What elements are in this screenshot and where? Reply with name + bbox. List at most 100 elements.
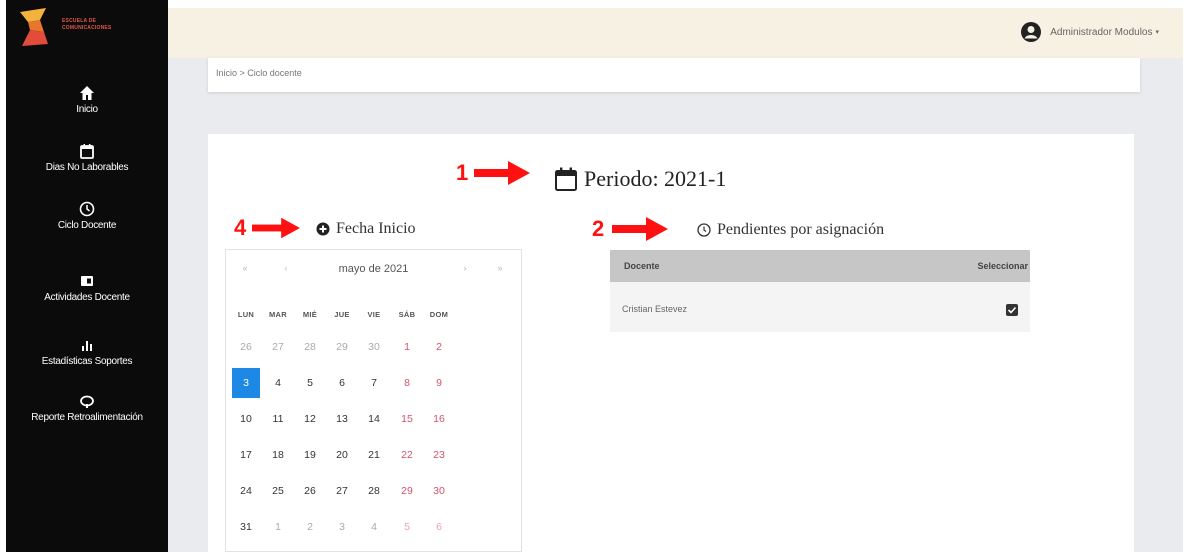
sidebar-item-label: Inicio (76, 104, 98, 115)
calendar-month-label[interactable]: mayo de 2021 (326, 263, 421, 275)
checkmark-icon (1007, 306, 1017, 314)
calendar-day[interactable]: 4 (360, 512, 388, 542)
annotation-number: 2 (592, 216, 605, 241)
weekday-label: MIÉ (302, 310, 318, 319)
fecha-inicio-title: Fecha Inicio (316, 220, 416, 238)
logo-icon (20, 8, 48, 46)
sidebar-item-label: Estadísticas Soportes (41, 356, 133, 367)
calendar-day[interactable]: 18 (264, 440, 292, 470)
periodo-label: Periodo: 2021-1 (584, 166, 727, 191)
calendar-day[interactable]: 30 (360, 332, 388, 362)
seleccionar-checkbox[interactable] (1006, 304, 1018, 316)
calendar-day[interactable]: 5 (393, 512, 421, 542)
home-icon (80, 86, 94, 100)
calendar-day[interactable]: 11 (264, 404, 292, 434)
arrow-right-icon (474, 161, 531, 185)
calendar-day[interactable]: 28 (360, 476, 388, 506)
calendar-day[interactable]: 22 (393, 440, 421, 470)
calendar-day[interactable]: 8 (393, 368, 421, 398)
weekday-label: DOM (429, 310, 449, 319)
bar-chart-icon (82, 341, 92, 351)
annotation-1: 1 (456, 160, 531, 186)
calendar-day[interactable]: 29 (328, 332, 356, 362)
breadcrumb[interactable]: Inicio > Ciclo docente (216, 68, 302, 78)
calendar-day[interactable]: 26 (232, 332, 260, 362)
prev-month-button[interactable]: ‹ (279, 263, 293, 273)
user-avatar-icon (1021, 22, 1042, 42)
sidebar-item-label: Ciclo Docente (57, 220, 117, 231)
calendar-day[interactable]: 27 (264, 332, 292, 362)
calendar-day[interactable]: 2 (296, 512, 324, 542)
calendar-day[interactable]: 10 (232, 404, 260, 434)
table-row: Cristian Estevez (610, 282, 1030, 332)
plus-circle-icon (316, 222, 330, 236)
sidebar-item-dias-no-laborables[interactable]: Dias No Laborables (6, 142, 168, 173)
next-year-button[interactable]: » (493, 263, 507, 273)
annotation-2: 2 (592, 216, 670, 242)
breadcrumb-text: Inicio > Ciclo docente (216, 68, 302, 78)
weekday-label: MAR (269, 310, 287, 319)
user-name: Administrador Modulos (1050, 26, 1153, 38)
annotation-number: 1 (456, 160, 469, 185)
calendar-day[interactable]: 23 (425, 440, 453, 470)
pendientes-table: Docente Seleccionar Cristian Estevez (610, 250, 1030, 332)
calendar-day[interactable]: 7 (360, 368, 388, 398)
calendar-day[interactable]: 25 (264, 476, 292, 506)
sidebar-item-label: Reporte Retroalimentación (31, 412, 143, 423)
column-header-docente: Docente (624, 261, 660, 271)
periodo-title: Periodo: 2021-1 (554, 166, 726, 192)
logo[interactable]: ESCUELA DE COMUNICACIONES (18, 8, 148, 46)
calendar-day[interactable]: 5 (296, 368, 324, 398)
docente-cell: Cristian Estevez (622, 304, 688, 314)
calendar-day[interactable]: 13 (328, 404, 356, 434)
weekday-row: LUN MAR MIÉ JUE VIE SÁB DOM (226, 310, 521, 324)
prev-year-button[interactable]: « (238, 263, 252, 273)
sidebar-item-reporte-retroalimentacion[interactable]: Reporte Retroalimentación (6, 392, 168, 423)
calendar-day[interactable]: 6 (328, 368, 356, 398)
calendar-day[interactable]: 31 (232, 512, 260, 542)
top-bar: Administrador Modulos ▾ (168, 8, 1183, 58)
sidebar-item-inicio[interactable]: Inicio (6, 84, 168, 115)
calendar-day[interactable]: 30 (425, 476, 453, 506)
calendar-day[interactable]: 16 (425, 404, 453, 434)
calendar-day[interactable]: 19 (296, 440, 324, 470)
arrow-right-icon (612, 217, 669, 241)
calendar-day[interactable]: 17 (232, 440, 260, 470)
calendar-day[interactable]: 3 (328, 512, 356, 542)
feedback-icon (80, 395, 94, 408)
calendar-icon (80, 144, 94, 159)
user-menu[interactable]: Administrador Modulos ▾ (1020, 21, 1159, 43)
logo-text: ESCUELA DE COMUNICACIONES (62, 18, 112, 31)
calendar-day[interactable]: 9 (425, 368, 453, 398)
sidebar-item-estadisticas-soportes[interactable]: Estadísticas Soportes (6, 336, 168, 367)
calendar-day[interactable]: 21 (360, 440, 388, 470)
arrow-right-icon (252, 217, 301, 239)
sidebar-item-ciclo-docente[interactable]: Ciclo Docente (6, 200, 168, 231)
calendar-day[interactable]: 28 (296, 332, 324, 362)
sidebar-item-label: Dias No Laborables (45, 162, 129, 173)
calendar-day[interactable]: 1 (393, 332, 421, 362)
annotation-number: 4 (234, 215, 247, 240)
annotation-4: 4 (234, 215, 301, 241)
weekday-label: VIE (367, 310, 381, 319)
calendar-day[interactable]: 29 (393, 476, 421, 506)
calendar-day[interactable]: 15 (393, 404, 421, 434)
date-picker-calendar: « ‹ mayo de 2021 › » LUN MAR MIÉ JUE VIE SÁB D… (225, 249, 522, 552)
next-month-button[interactable]: › (458, 263, 472, 273)
chevron-down-icon: ▾ (1155, 29, 1159, 36)
calendar-day[interactable]: 12 (296, 404, 324, 434)
calendar-day[interactable]: 6 (425, 512, 453, 542)
sidebar-item-actividades-docente[interactable]: Actividades Docente (6, 272, 168, 303)
calendar-day[interactable]: 20 (328, 440, 356, 470)
calendar-day[interactable]: 27 (328, 476, 356, 506)
column-header-seleccionar: Seleccionar (977, 261, 1028, 271)
calendar-day[interactable]: 1 (264, 512, 292, 542)
calendar-day[interactable]: 26 (296, 476, 324, 506)
weekday-label: SÁB (398, 310, 416, 319)
weekday-label: LUN (237, 310, 255, 319)
calendar-day[interactable]: 24 (232, 476, 260, 506)
calendar-day[interactable]: 4 (264, 368, 292, 398)
calendar-day[interactable]: 3 (232, 368, 260, 398)
calendar-day[interactable]: 14 (360, 404, 388, 434)
calendar-day[interactable]: 2 (425, 332, 453, 362)
